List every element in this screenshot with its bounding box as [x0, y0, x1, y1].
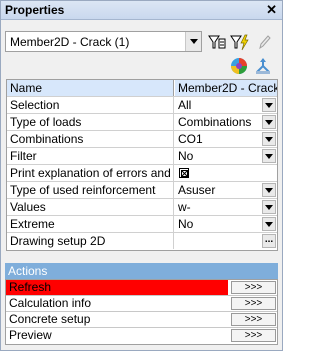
property-grid: Name Member2D - Crack Selection All Type…: [6, 79, 278, 251]
chevron-down-icon[interactable]: [262, 183, 276, 197]
values-value[interactable]: w-: [175, 199, 277, 215]
property-label: Combinations: [7, 131, 174, 147]
calculation-info-button[interactable]: >>>: [231, 297, 276, 310]
filter-value[interactable]: No: [175, 148, 277, 164]
property-row-reinforcement: Type of used reinforcement Asuser: [7, 182, 277, 199]
property-label: Values: [7, 199, 174, 215]
action-label: Preview: [9, 328, 52, 342]
action-row-calculation-info[interactable]: Calculation info >>>: [6, 296, 277, 312]
panel-title: Properties: [5, 3, 65, 17]
drawing-setup-value: ...: [175, 233, 277, 249]
action-label: Concrete setup: [9, 312, 91, 326]
property-label: Name: [7, 80, 174, 96]
property-value: No: [178, 217, 194, 231]
concrete-setup-button[interactable]: >>>: [231, 313, 276, 326]
property-value: Asuser: [178, 183, 216, 197]
properties-panel: Properties ✕ Member2D - Crack (1) Name M…: [0, 0, 283, 351]
property-row-print-explanation: Print explanation of errors and ...: [7, 165, 277, 182]
action-label: Calculation info: [9, 296, 92, 310]
property-row-type-of-loads: Type of loads Combinations: [7, 114, 277, 131]
object-selector-value: Member2D - Crack (1): [10, 35, 130, 49]
property-row-filter: Filter No: [7, 148, 277, 165]
chevron-down-icon[interactable]: [185, 32, 201, 51]
title-bar: Properties ✕: [1, 1, 282, 20]
print-explanation-value: [175, 165, 277, 181]
property-row-selection: Selection All: [7, 97, 277, 114]
property-row-name: Name Member2D - Crack: [7, 80, 277, 97]
property-value: No: [178, 149, 194, 163]
property-value: All: [178, 98, 192, 112]
close-icon[interactable]: ✕: [266, 2, 277, 18]
action-label: Refresh: [6, 280, 228, 295]
filter-icon[interactable]: [207, 32, 227, 52]
extreme-value[interactable]: No: [175, 216, 277, 232]
property-label: Selection: [7, 97, 174, 113]
property-value: w-: [178, 200, 191, 214]
print-explanation-checkbox[interactable]: [179, 168, 189, 178]
property-row-combinations: Combinations CO1: [7, 131, 277, 148]
actions-list: Refresh >>> Calculation info >>> Concret…: [5, 279, 278, 345]
property-value: CO1: [178, 132, 203, 146]
type-of-loads-value[interactable]: Combinations: [175, 114, 277, 130]
palette-icon[interactable]: [229, 56, 249, 76]
property-label: Filter: [7, 148, 174, 164]
selection-value[interactable]: All: [175, 97, 277, 113]
property-value[interactable]: Member2D - Crack: [175, 80, 277, 96]
chevron-down-icon[interactable]: [262, 217, 276, 231]
property-label: Drawing setup 2D: [7, 233, 174, 249]
preview-button[interactable]: >>>: [231, 329, 276, 342]
chevron-down-icon[interactable]: [262, 132, 276, 146]
property-row-extreme: Extreme No: [7, 216, 277, 233]
property-label: Extreme: [7, 216, 174, 232]
filter-lightning-icon[interactable]: [230, 32, 250, 52]
property-row-drawing-setup: Drawing setup 2D ...: [7, 233, 277, 250]
chevron-down-icon[interactable]: [262, 200, 276, 214]
property-label: Print explanation of errors and ...: [7, 165, 174, 181]
property-value: Combinations: [178, 115, 252, 129]
combinations-value[interactable]: CO1: [175, 131, 277, 147]
pencil-icon[interactable]: [254, 32, 274, 52]
drawing-setup-button[interactable]: ...: [262, 234, 276, 248]
property-label: Type of loads: [7, 114, 174, 130]
action-row-refresh[interactable]: Refresh >>>: [6, 280, 277, 296]
property-row-values: Values w-: [7, 199, 277, 216]
reinforcement-value[interactable]: Asuser: [175, 182, 277, 198]
actions-header: Actions: [5, 263, 278, 279]
chevron-down-icon[interactable]: [262, 149, 276, 163]
action-row-preview[interactable]: Preview >>>: [6, 328, 277, 344]
property-label: Type of used reinforcement: [7, 182, 174, 198]
object-selector-dropdown[interactable]: Member2D - Crack (1): [5, 31, 202, 52]
chevron-down-icon[interactable]: [262, 98, 276, 112]
arrows-icon[interactable]: [253, 56, 273, 76]
chevron-down-icon[interactable]: [262, 115, 276, 129]
refresh-button[interactable]: >>>: [231, 281, 276, 294]
action-row-concrete-setup[interactable]: Concrete setup >>>: [6, 312, 277, 328]
